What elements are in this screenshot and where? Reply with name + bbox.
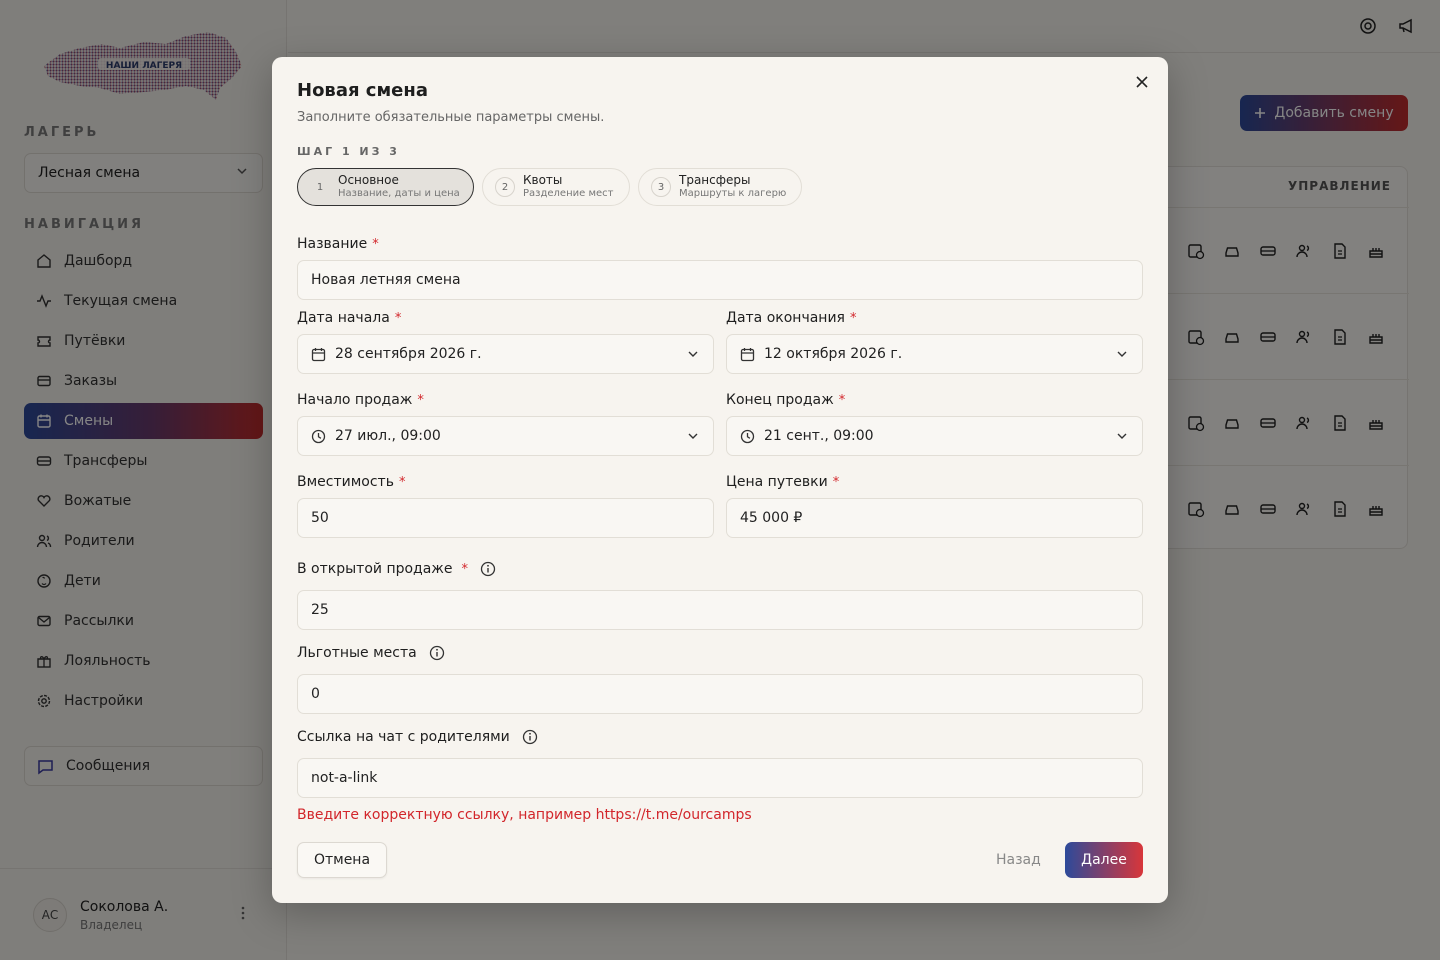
step-number: 3 <box>651 177 671 197</box>
info-icon[interactable] <box>480 561 496 577</box>
step-title: Квоты <box>523 173 563 187</box>
sales-end-label: Конец продаж * <box>726 392 845 408</box>
start-date-label: Дата начала * <box>297 310 401 326</box>
open-sale-value: 25 <box>311 602 329 618</box>
calendar-icon <box>740 347 755 362</box>
calendar-icon <box>311 347 326 362</box>
open-sale-label: В открытой продаже * <box>297 561 496 577</box>
end-date-label: Дата окончания * <box>726 310 856 326</box>
stepper: 1 Основное Название, даты и цена 2 Квоты… <box>297 168 802 206</box>
sales-end-picker[interactable]: 21 сент., 09:00 <box>726 416 1143 456</box>
step-desc: Название, даты и цена <box>338 188 460 199</box>
start-date-label-text: Дата начала <box>297 310 390 326</box>
cancel-button[interactable]: Отмена <box>297 842 387 878</box>
chevron-down-icon <box>687 430 699 442</box>
chevron-down-icon <box>687 348 699 360</box>
chevron-down-icon <box>1116 348 1128 360</box>
clock-icon <box>740 429 755 444</box>
step-transfers[interactable]: 3 Трансферы Маршруты к лагерю <box>638 168 802 206</box>
price-label: Цена путевки * <box>726 474 839 490</box>
step-basic[interactable]: 1 Основное Название, даты и цена <box>297 168 474 206</box>
step-title: Основное <box>338 173 399 187</box>
start-date-picker[interactable]: 28 сентября 2026 г. <box>297 334 714 374</box>
benefit-input[interactable]: 0 <box>297 674 1143 714</box>
benefit-value: 0 <box>311 686 320 702</box>
price-input[interactable]: 45 000 ₽ <box>726 498 1143 538</box>
required-mark: * <box>849 310 857 326</box>
name-label: Название * <box>297 236 379 252</box>
chat-link-label-text: Ссылка на чат с родителями <box>297 729 510 745</box>
dialog-title: Новая смена <box>297 80 428 101</box>
chat-link-label: Ссылка на чат с родителями <box>297 729 538 745</box>
required-mark: * <box>461 561 469 577</box>
end-date-value: 12 октября 2026 г. <box>764 346 903 362</box>
required-mark: * <box>372 236 379 252</box>
capacity-label-text: Вместимость <box>297 474 394 490</box>
open-sale-input[interactable]: 25 <box>297 590 1143 630</box>
info-icon[interactable] <box>429 645 445 661</box>
name-label-text: Название <box>297 236 368 252</box>
name-input-value: Новая летняя смена <box>311 272 461 288</box>
required-mark: * <box>838 392 846 408</box>
step-indicator: ШАГ 1 ИЗ 3 <box>297 145 400 158</box>
chat-link-value: not-a-link <box>311 770 378 786</box>
back-button[interactable]: Назад <box>996 852 1041 868</box>
capacity-value: 50 <box>311 510 329 526</box>
sales-start-picker[interactable]: 27 июл., 09:00 <box>297 416 714 456</box>
sales-start-label: Начало продаж * <box>297 392 424 408</box>
step-quotas[interactable]: 2 Квоты Разделение мест <box>482 168 630 206</box>
sales-start-value: 27 июл., 09:00 <box>335 428 441 444</box>
close-icon[interactable] <box>1133 73 1151 91</box>
price-value: 45 000 ₽ <box>740 510 803 526</box>
start-date-value: 28 сентября 2026 г. <box>335 346 482 362</box>
capacity-label: Вместимость * <box>297 474 405 490</box>
step-number: 1 <box>316 181 324 193</box>
end-date-label-text: Дата окончания <box>726 310 845 326</box>
step-desc: Маршруты к лагерю <box>679 188 787 199</box>
sales-start-label-text: Начало продаж <box>297 392 413 408</box>
required-mark: * <box>394 310 402 326</box>
capacity-input[interactable]: 50 <box>297 498 714 538</box>
sales-end-label-text: Конец продаж <box>726 392 834 408</box>
required-mark: * <box>398 474 406 490</box>
required-mark: * <box>417 392 424 408</box>
required-mark: * <box>832 474 840 490</box>
chat-link-input[interactable]: not-a-link <box>297 758 1143 798</box>
step-desc: Разделение мест <box>523 188 614 199</box>
next-button[interactable]: Далее <box>1065 842 1143 878</box>
name-input[interactable]: Новая летняя смена <box>297 260 1143 300</box>
step-title: Трансферы <box>679 173 751 187</box>
step-number: 2 <box>495 177 515 197</box>
new-shift-dialog: Новая смена Заполните обязательные парам… <box>272 57 1168 903</box>
open-sale-label-text: В открытой продаже <box>297 561 453 577</box>
benefit-label-text: Льготные места <box>297 645 417 661</box>
chevron-down-icon <box>1116 430 1128 442</box>
chat-link-error: Введите корректную ссылку, например http… <box>297 807 752 823</box>
info-icon[interactable] <box>522 729 538 745</box>
benefit-label: Льготные места <box>297 645 445 661</box>
price-label-text: Цена путевки <box>726 474 828 490</box>
clock-icon <box>311 429 326 444</box>
end-date-picker[interactable]: 12 октября 2026 г. <box>726 334 1143 374</box>
sales-end-value: 21 сент., 09:00 <box>764 428 874 444</box>
dialog-subtitle: Заполните обязательные параметры смены. <box>297 110 605 125</box>
